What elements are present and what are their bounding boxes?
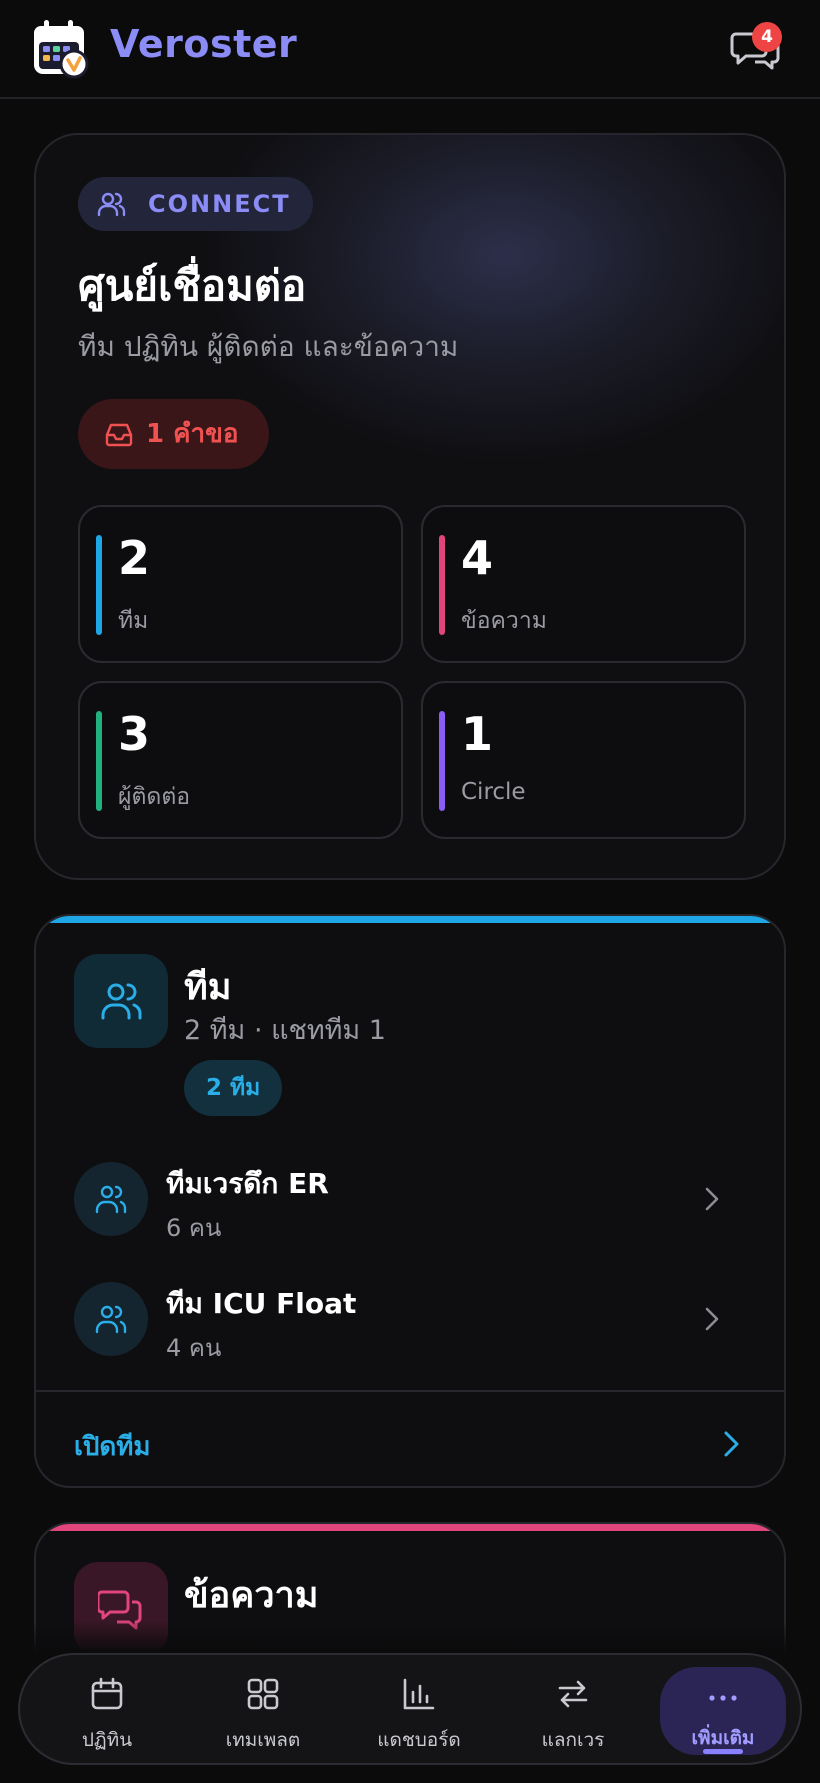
nav-templates[interactable]: เทมเพลต [188,1655,338,1763]
stat-contacts[interactable]: 3 ผู้ติดต่อ [78,681,403,839]
teams-count-badge: 2 ทีม [184,1060,283,1116]
stat-value: 4 [461,531,494,585]
stat-messages[interactable]: 4 ข้อความ [421,505,746,663]
page-subtitle: ทีม ปฏิทิน ผู้ติดต่อ และข้อความ [78,330,459,363]
app-logo-icon [34,20,89,79]
users-icon [101,983,142,1020]
app-header: Veroster 4 [0,0,820,99]
users-icon [95,1185,127,1214]
request-pill-label: 1 คำขอ [146,419,239,449]
stat-label: ทีม [118,608,149,634]
bottom-navigation: ปฏิทิน เทมเพลต แดชบอร์ด แลกเวร เพิ่มเติม [18,1653,802,1765]
nav-label: แลกเวร [541,1729,605,1751]
nav-calendar[interactable]: ปฏิทิน [32,1655,182,1763]
bar-chart-icon [403,1678,435,1710]
chevron-right-icon[interactable] [720,1428,742,1460]
teams-title: ทีม [184,967,232,1008]
nav-label: ปฏิทิน [81,1729,133,1751]
connect-tag: CONNECT [78,177,313,231]
teams-accent-line [36,916,784,923]
stat-bar [439,535,445,635]
teams-section-icon [74,954,168,1048]
active-indicator [703,1749,743,1754]
team-members: 4 คน [166,1334,222,1362]
stat-value: 2 [118,531,151,585]
nav-dashboard[interactable]: แดชบอร์ด [344,1655,494,1763]
page-title: ศูนย์เชื่อมต่อ [78,261,307,310]
stat-label: Circle [461,779,526,805]
nav-label: แดชบอร์ด [377,1729,461,1751]
team-avatar [74,1162,148,1236]
stat-bar [439,711,445,811]
open-teams-link[interactable]: เปิดทีม [74,1426,151,1467]
more-icon [709,1695,737,1701]
stat-circle[interactable]: 1 Circle [421,681,746,839]
stat-bar [96,535,102,635]
stat-value: 1 [461,707,494,761]
team-members: 6 คน [166,1214,222,1242]
grid-icon [247,1678,279,1710]
swap-icon [558,1680,588,1708]
notification-badge: 4 [752,22,782,52]
connect-hero-card: CONNECT ศูนย์เชื่อมต่อ ทีม ปฏิทิน ผู้ติด… [34,133,786,880]
nav-swap-shift[interactable]: แลกเวร [498,1655,648,1763]
teams-card: ทีม 2 ทีม · แชททีม 1 2 ทีม ทีมเวรดึก ER … [34,914,786,1488]
team-list-item[interactable]: ทีมเวรดึก ER 6 คน [36,1150,784,1260]
users-icon [95,1305,127,1334]
team-name: ทีม ICU Float [166,1287,357,1320]
messages-accent-line [36,1524,784,1531]
divider [36,1390,784,1392]
chevron-right-icon [705,1187,719,1211]
nav-more[interactable]: เพิ่มเติม [660,1667,786,1755]
stat-value: 3 [118,707,151,761]
stat-bar [96,711,102,811]
request-pill[interactable]: 1 คำขอ [78,399,269,469]
stat-label: ผู้ติดต่อ [118,784,191,810]
app-title: Veroster [110,22,298,66]
team-list-item[interactable]: ทีม ICU Float 4 คน [36,1270,784,1380]
teams-subtitle: 2 ทีม · แชททีม 1 [184,1015,386,1046]
team-name: ทีมเวรดึก ER [166,1167,329,1200]
messages-title: ข้อความ [184,1575,319,1616]
stat-teams[interactable]: 2 ทีม [78,505,403,663]
stat-label: ข้อความ [461,608,547,634]
chevron-right-icon [705,1307,719,1331]
users-icon [97,192,126,217]
inbox-icon [105,423,133,447]
connect-tag-label: CONNECT [148,190,291,218]
nav-label: เทมเพลต [225,1729,301,1751]
calendar-icon [91,1677,123,1710]
team-avatar [74,1282,148,1356]
